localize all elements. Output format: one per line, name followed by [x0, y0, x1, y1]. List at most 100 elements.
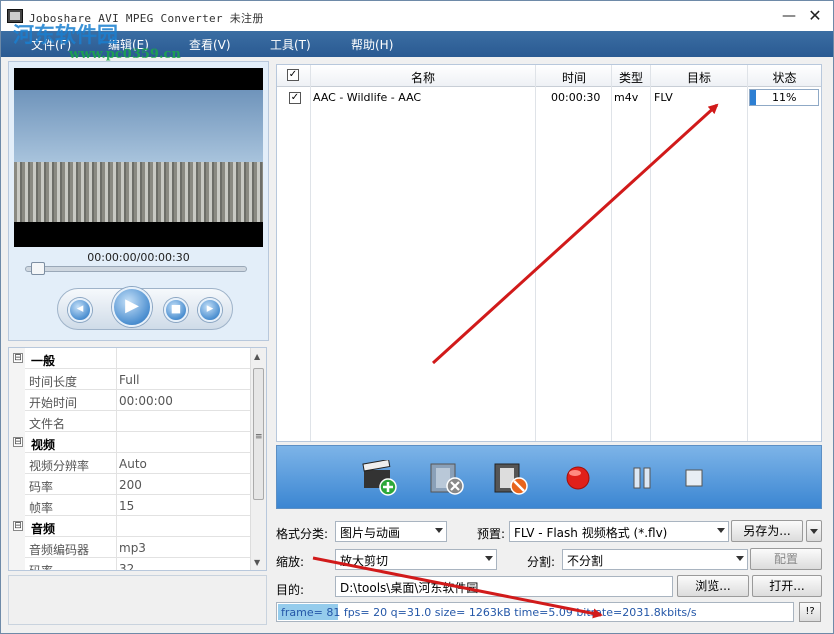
column-separator — [116, 495, 117, 516]
chevron-down-icon — [717, 528, 725, 533]
property-row[interactable]: 帧率 15 — [9, 495, 251, 516]
property-value: mp3 — [119, 541, 146, 555]
menu-tools[interactable]: 工具(T) — [270, 36, 311, 53]
row-target: FLV — [654, 91, 673, 104]
property-value: 15 — [119, 499, 135, 513]
col-target[interactable]: 目标 — [651, 69, 747, 86]
prev-icon[interactable]: ◂ — [68, 298, 92, 322]
chevron-down-icon — [810, 529, 818, 534]
property-row[interactable]: 码率 200 — [9, 474, 251, 495]
property-category[interactable]: ⊟ 一般 — [9, 348, 251, 369]
dest-label: 目的: — [276, 583, 305, 597]
help-button[interactable]: !? — [799, 602, 821, 622]
col-status[interactable]: 状态 — [748, 69, 821, 86]
collapse-icon[interactable]: ⊟ — [13, 521, 23, 531]
dest-path-field[interactable]: D:\tools\桌面\河东软件园 — [335, 576, 673, 597]
remove-video-icon[interactable] — [427, 460, 465, 496]
browse-button[interactable]: 浏览... — [677, 575, 749, 597]
property-key: 码率 — [29, 480, 54, 494]
preset-select[interactable]: FLV - Flash 视频格式 (*.flv) — [509, 521, 729, 542]
row-gutter — [9, 369, 25, 390]
next-icon[interactable]: ▸ — [198, 298, 222, 322]
menu-view[interactable]: 查看(V) — [189, 36, 231, 53]
col-divider — [611, 65, 612, 441]
status-bar: frame= 81 fps= 20 q=31.0 size= 1263kB ti… — [276, 602, 794, 622]
title-bar: Joboshare AVI MPEG Converter 未注册 — ✕ — [1, 1, 833, 31]
col-type[interactable]: 类型 — [612, 69, 650, 86]
save-as-dropdown[interactable] — [806, 520, 822, 542]
split-value: 不分割 — [567, 554, 604, 568]
property-scrollbar[interactable]: ▲ ≡ ▼ — [250, 348, 266, 570]
progress-fill — [750, 90, 756, 105]
minimize-button[interactable]: — — [779, 7, 799, 25]
row-time: 00:00:30 — [551, 91, 601, 104]
zoom-select[interactable]: 放大剪切 — [335, 549, 497, 570]
category-label: 一般 — [31, 354, 56, 368]
scroll-down-icon[interactable]: ▼ — [254, 558, 260, 567]
open-button[interactable]: 打开... — [752, 575, 822, 597]
play-icon[interactable]: ▶ — [112, 287, 152, 327]
property-row[interactable]: 码率 32 — [9, 558, 251, 571]
col-divider — [535, 65, 536, 441]
property-row[interactable]: 开始时间 00:00:00 — [9, 390, 251, 411]
collapse-icon[interactable]: ⊟ — [13, 353, 23, 363]
split-select[interactable]: 不分割 — [562, 549, 748, 570]
property-row[interactable]: 时间长度 Full — [9, 369, 251, 390]
format-select[interactable]: 图片与动画 — [335, 521, 447, 542]
clear-list-icon[interactable] — [491, 460, 529, 496]
column-separator — [116, 432, 117, 453]
chevron-down-icon — [736, 556, 744, 561]
add-video-icon[interactable] — [361, 460, 399, 496]
property-key: 码率 — [29, 564, 54, 571]
property-row[interactable]: 视频分辨率 Auto — [9, 453, 251, 474]
preset-value: FLV - Flash 视频格式 (*.flv) — [514, 526, 668, 540]
property-key: 开始时间 — [29, 396, 78, 410]
row-gutter — [9, 558, 25, 570]
stop-icon[interactable] — [675, 460, 713, 496]
col-time[interactable]: 时间 — [536, 69, 612, 86]
column-separator — [116, 411, 117, 432]
column-separator — [116, 348, 117, 369]
column-separator — [116, 390, 117, 411]
property-key: 帧率 — [29, 501, 54, 515]
row-type: m4v — [614, 91, 639, 104]
timecode: 00:00:00/00:00:30 — [87, 251, 190, 264]
col-name[interactable]: 名称 — [311, 69, 535, 86]
collapse-icon[interactable]: ⊟ — [13, 437, 23, 447]
split-label: 分割: — [527, 555, 556, 569]
format-label: 格式分类: — [276, 527, 329, 541]
status-text: frame= 81 fps= 20 q=31.0 size= 1263kB ti… — [281, 606, 697, 619]
property-value: Full — [119, 373, 140, 387]
format-value: 图片与动画 — [340, 526, 401, 540]
row-gutter — [9, 537, 25, 558]
menu-help[interactable]: 帮助(H) — [351, 36, 393, 53]
column-separator — [116, 474, 117, 495]
seek-bar[interactable] — [25, 266, 247, 272]
config-button[interactable]: 配置 — [750, 548, 822, 570]
property-category[interactable]: ⊟ 视频 — [9, 432, 251, 453]
property-row[interactable]: 文件名 — [9, 411, 251, 432]
property-row[interactable]: 音频编码器 mp3 — [9, 537, 251, 558]
stop-small-icon[interactable]: ■ — [164, 298, 188, 322]
preset-label: 预置: — [477, 527, 506, 541]
row-checkbox[interactable]: ✓ — [289, 92, 301, 104]
scroll-grip-icon: ≡ — [255, 432, 263, 442]
property-key: 音频编码器 — [29, 543, 90, 557]
close-button[interactable]: ✕ — [805, 7, 825, 25]
col-divider — [310, 65, 311, 441]
col-divider — [650, 65, 651, 441]
table-row[interactable]: ✓ AAC - Wildlife - AAC 00:00:30 m4v FLV … — [277, 88, 821, 108]
property-value: 200 — [119, 478, 142, 492]
record-icon[interactable] — [559, 460, 597, 496]
column-separator — [116, 558, 117, 570]
video-preview — [14, 68, 263, 247]
select-all-checkbox[interactable]: ✓ — [287, 69, 299, 81]
property-key: 视频分辨率 — [29, 459, 90, 473]
row-status: 11% — [772, 91, 797, 104]
pause-icon[interactable] — [623, 460, 661, 496]
save-as-button[interactable]: 另存为... — [731, 520, 803, 542]
seek-thumb[interactable] — [31, 262, 45, 275]
scroll-up-icon[interactable]: ▲ — [254, 352, 260, 361]
property-category[interactable]: ⊟ 音频 — [9, 516, 251, 537]
row-gutter — [9, 474, 25, 495]
